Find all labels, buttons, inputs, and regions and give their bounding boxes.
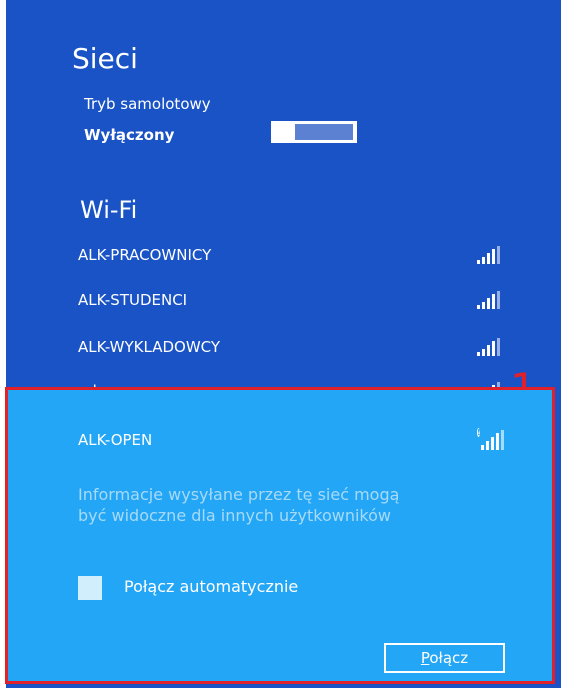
network-security-info: Informacje wysyłane przez tę sieć mogą b… <box>78 485 400 525</box>
auto-connect-checkbox[interactable] <box>78 576 102 600</box>
network-name: ALK-OPEN <box>78 431 153 449</box>
toggle-track <box>295 124 353 140</box>
wifi-signal-warning-icon: ! <box>477 428 505 450</box>
network-item-alk-pracownicy[interactable]: ALK-PRACOWNICY <box>12 236 500 276</box>
connect-button[interactable]: Połącz <box>384 643 505 673</box>
network-name: ALK-STUDENCI <box>78 291 188 309</box>
wifi-heading: Wi-Fi <box>80 196 138 224</box>
wifi-signal-icon <box>477 291 503 309</box>
warning-icon: ! <box>477 428 481 437</box>
selected-network-alk-open[interactable]: ALK-OPEN ! Informacje wysyłane przez tę … <box>5 387 555 684</box>
network-item-alk-studenci[interactable]: ALK-STUDENCI <box>12 281 500 321</box>
wifi-signal-icon <box>477 338 503 356</box>
wifi-signal-icon <box>477 246 503 264</box>
network-name: ALK-WYKLADOWCY <box>78 338 221 356</box>
auto-connect-label[interactable]: Połącz automatycznie <box>124 577 298 596</box>
airplane-mode-label: Tryb samolotowy <box>84 95 211 113</box>
network-item-alk-wykladowcy[interactable]: ALK-WYKLADOWCY <box>12 328 500 368</box>
panel-title: Sieci <box>72 42 138 75</box>
airplane-mode-state: Wyłączony <box>84 126 175 144</box>
network-name: ALK-PRACOWNICY <box>78 246 212 264</box>
airplane-mode-toggle[interactable] <box>271 121 357 143</box>
